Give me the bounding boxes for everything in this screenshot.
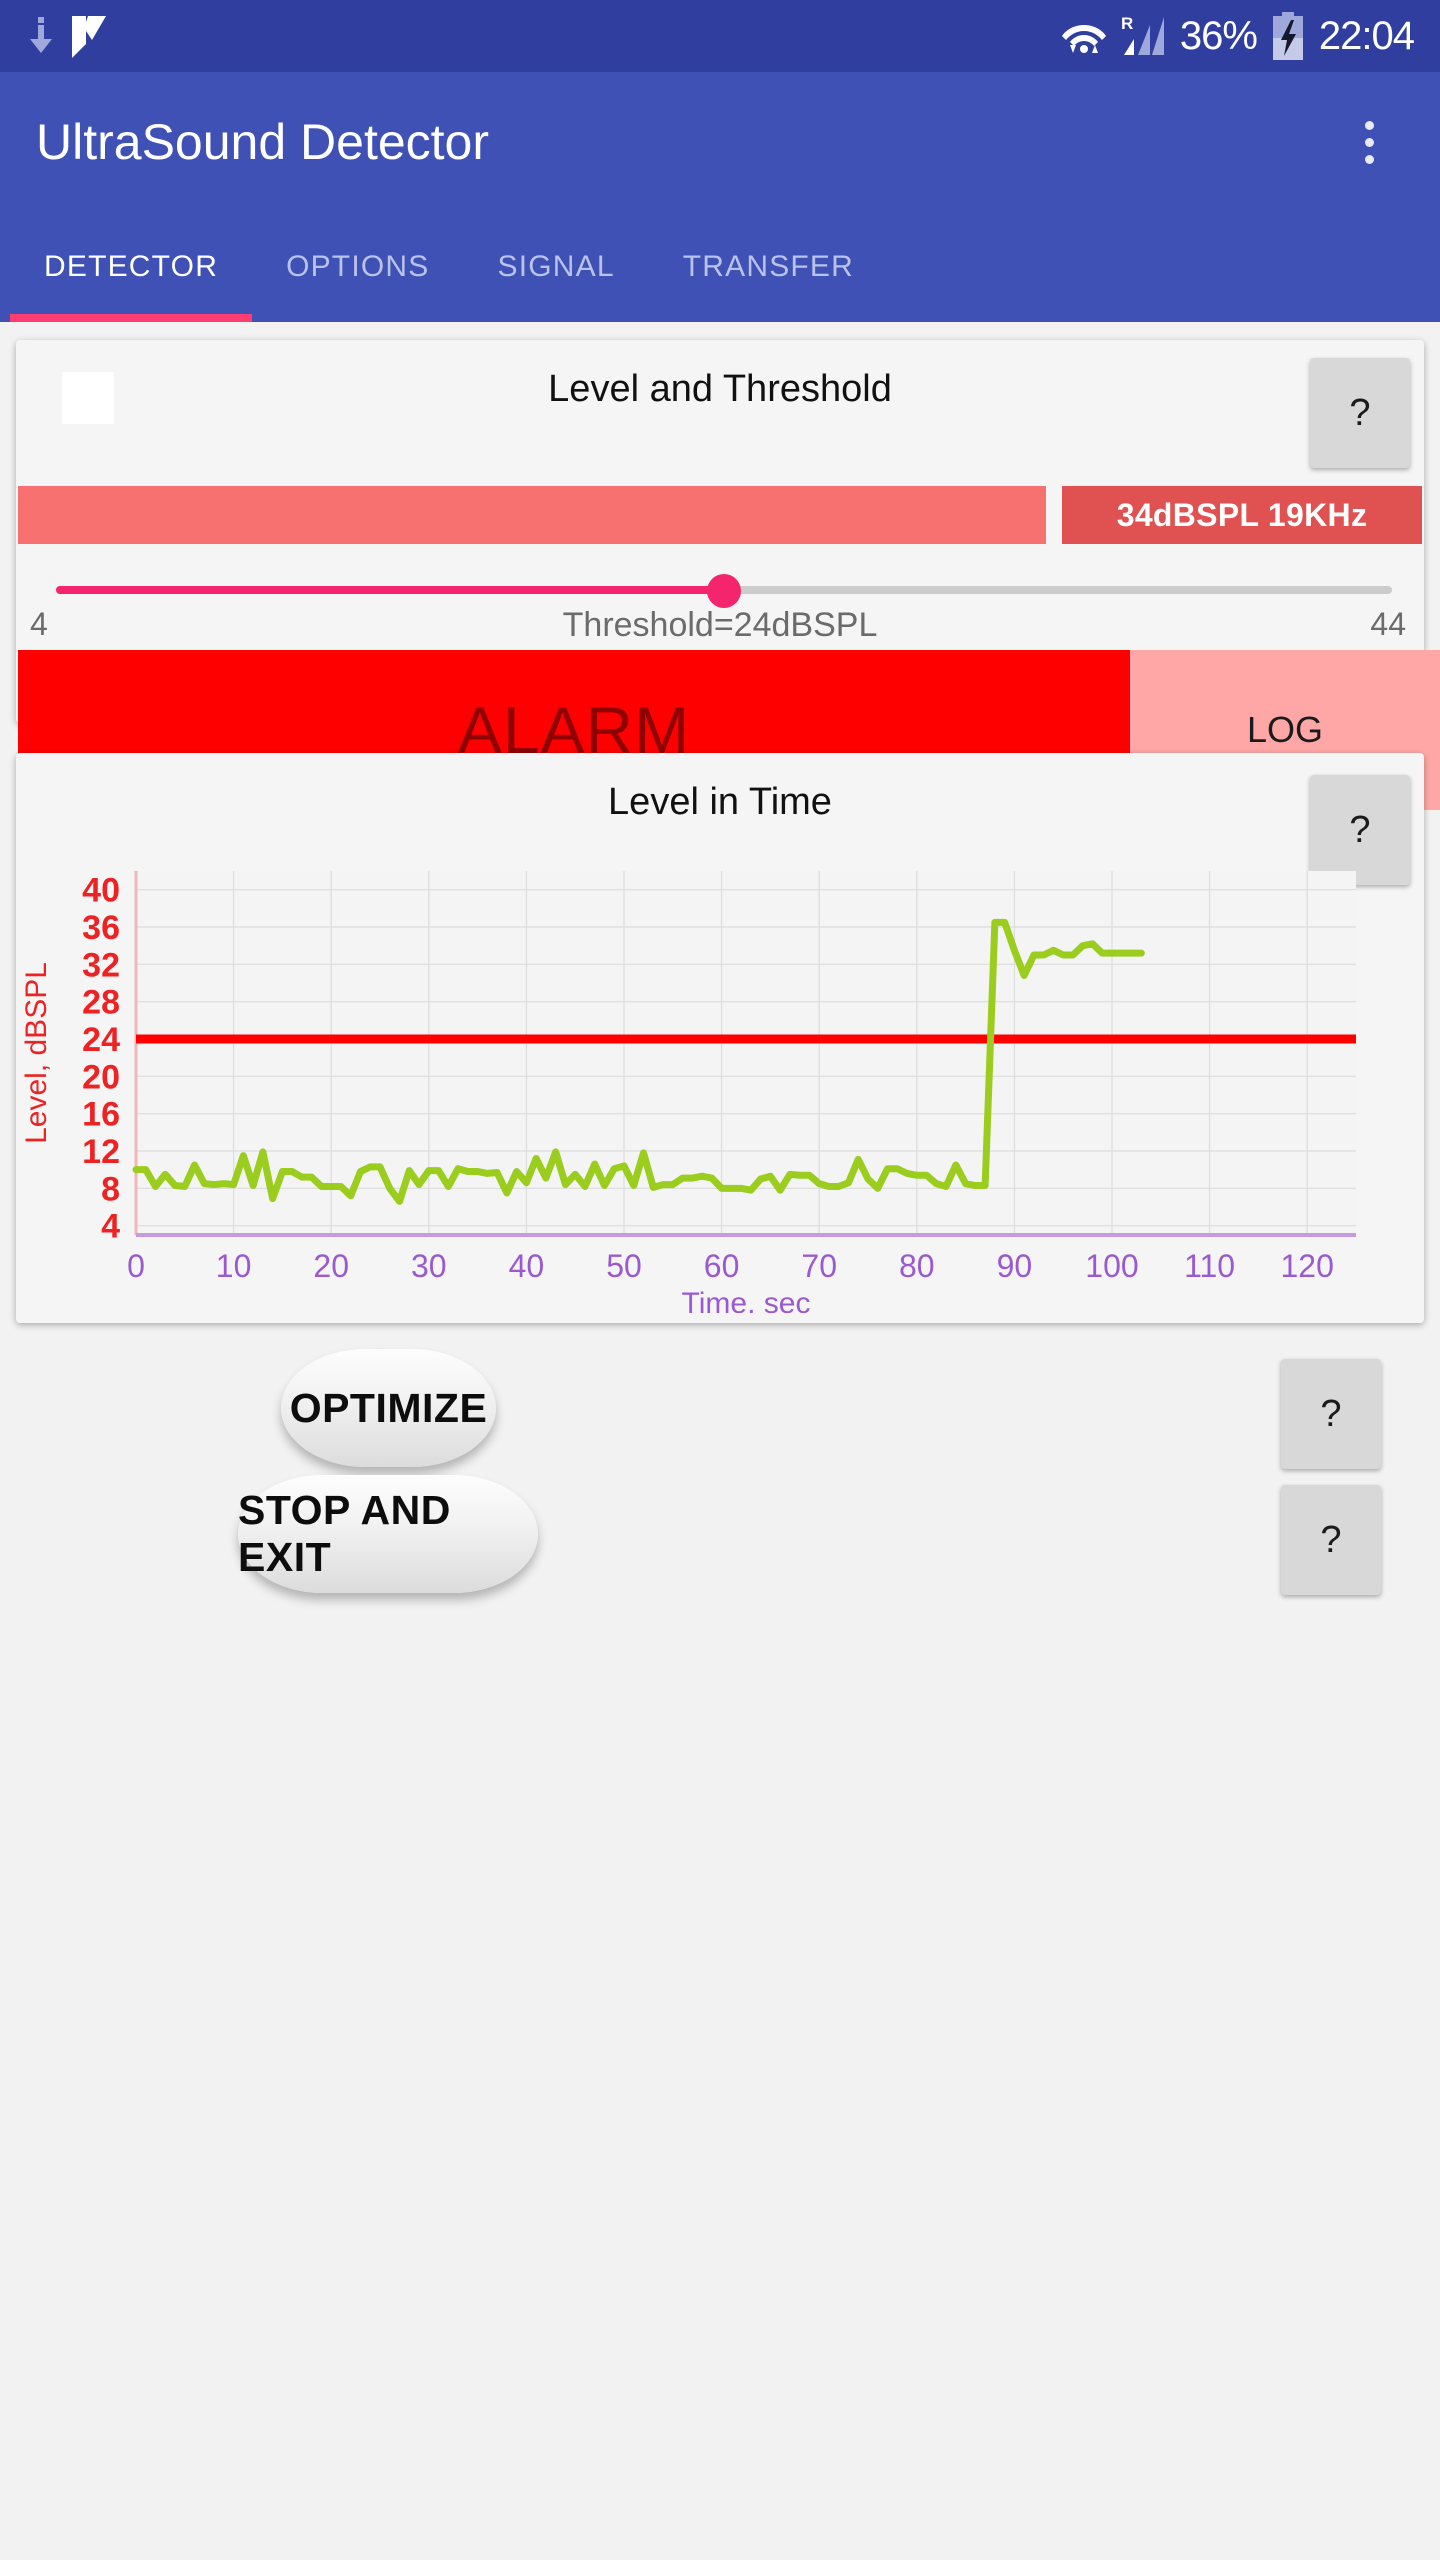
svg-text:100: 100 [1085,1248,1138,1284]
tab-options[interactable]: OPTIONS [252,212,463,322]
app-badge-icon [72,16,106,58]
status-bar-clock: 22:04 [1318,13,1415,58]
tab-label: SIGNAL [497,250,615,283]
help-button-level[interactable]: ? [1310,358,1410,468]
detector-tab-content: Level and Threshold ? 34dBSPL 19KHz 4 Th… [0,322,1440,1675]
svg-text:90: 90 [997,1248,1033,1284]
svg-text:30: 30 [411,1248,447,1284]
overflow-dot [1364,120,1374,130]
tab-signal[interactable]: SIGNAL [463,212,648,322]
chart-card-title: Level in Time [608,781,832,823]
tab-bar: DETECTOR OPTIONS SIGNAL TRANSFER [0,212,1440,322]
status-bar-left-icons [26,14,108,58]
svg-text:16: 16 [82,1096,120,1134]
svg-text:8: 8 [101,1170,120,1208]
slider-thumb[interactable] [707,574,741,608]
tab-label: DETECTOR [44,250,219,283]
overflow-dot [1364,154,1374,164]
svg-text:4: 4 [101,1208,120,1246]
svg-text:10: 10 [216,1248,252,1284]
svg-text:20: 20 [313,1248,349,1284]
download-icon [30,17,52,53]
svg-text:50: 50 [606,1248,642,1284]
overflow-dot [1364,137,1374,147]
level-readout-badge: 34dBSPL 19KHz [1062,486,1422,544]
level-card-title: Level and Threshold [548,368,892,410]
tab-detector[interactable]: DETECTOR [10,212,253,322]
battery-percent-label: 36% [1179,13,1258,58]
status-bar: R 36% 22:04 [0,0,1440,72]
bottom-button-area: OPTIMIZE ? STOP AND EXIT ? [16,1345,1424,1675]
svg-text:60: 60 [704,1248,740,1284]
tab-label: TRANSFER [682,250,855,283]
svg-text:20: 20 [82,1058,120,1096]
help-button-optimize[interactable]: ? [1281,1359,1381,1469]
battery-charging-icon [1272,12,1303,60]
slider-fill [56,586,724,594]
slider-value-label: Threshold=24dBSPL [562,606,878,644]
slider-max-label: 44 [1370,606,1406,642]
level-bar-fill [18,486,1046,544]
tab-label: OPTIONS [286,250,430,283]
level-and-threshold-card: Level and Threshold ? 34dBSPL 19KHz 4 Th… [16,340,1440,810]
svg-text:70: 70 [801,1248,837,1284]
app-title: UltraSound Detector [36,114,490,170]
tab-transfer[interactable]: TRANSFER [649,212,888,322]
svg-text:32: 32 [82,946,120,984]
app-bar: UltraSound Detector [0,72,1440,212]
status-bar-right-icons: R 36% 22:04 [1061,12,1415,60]
level-in-time-chart: 481216202428323640Level, dBSPL0 10 20 30 40 5… [20,871,1356,1313]
svg-text:28: 28 [82,984,120,1022]
svg-text:24: 24 [82,1021,120,1059]
svg-text:R: R [1121,14,1133,33]
level-bar-row: 34dBSPL 19KHz [16,486,1424,544]
svg-text:80: 80 [899,1248,935,1284]
svg-text:Time, sec: Time, sec [682,1287,811,1313]
svg-text:12: 12 [82,1133,120,1171]
stop-and-exit-button[interactable]: STOP AND EXIT [238,1475,538,1593]
level-in-time-card: Level in Time ? 4 8 12 16 20 24 28 32 36 40 Level,… [16,753,1424,1323]
svg-text:36: 36 [82,909,120,947]
overflow-menu-button[interactable] [1334,102,1404,182]
svg-text:40: 40 [82,872,120,910]
svg-text:110: 110 [1184,1248,1235,1284]
wifi-icon [1061,25,1106,53]
optimize-button[interactable]: OPTIMIZE [281,1349,496,1467]
svg-text:40: 40 [509,1248,545,1284]
help-button-stop[interactable]: ? [1281,1485,1381,1595]
svg-text:0: 0 [127,1248,145,1284]
level-bar-track [18,486,1046,544]
svg-text:Level, dBSPL: Level, dBSPL [20,962,53,1144]
cellular-roaming-icon: R [1121,14,1164,55]
svg-text:120: 120 [1281,1248,1334,1284]
